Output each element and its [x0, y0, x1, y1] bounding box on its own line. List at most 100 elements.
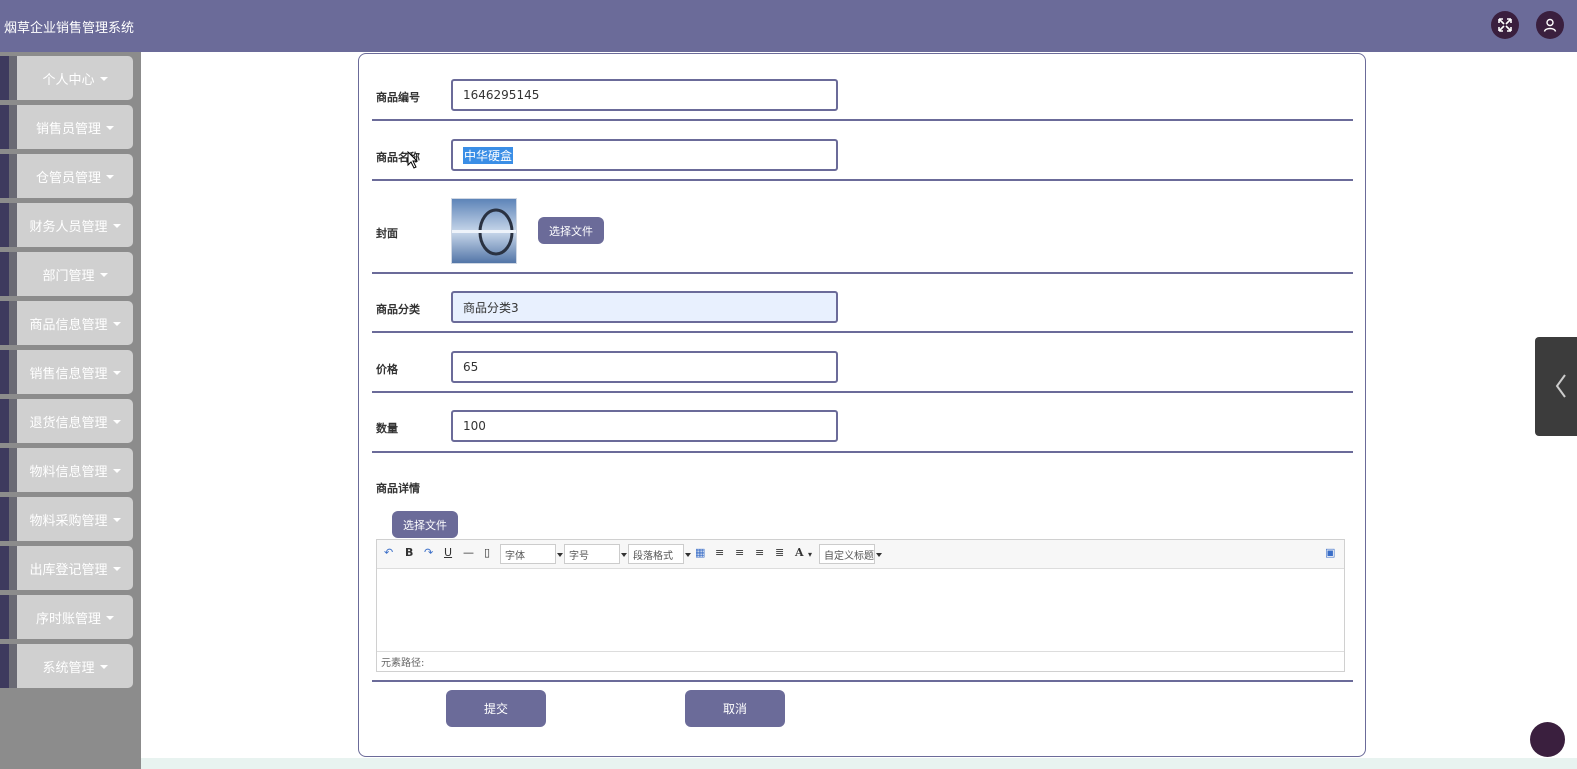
sidebar-item-label: 物料采购管理: [29, 513, 108, 529]
rich-text-editor: ↶ B ↷ U — ▯ 字体 字号 段落格式 ▦ ≡ ≡ ≡ ≣ A ▾ 自定义…: [376, 539, 1345, 672]
category-select[interactable]: 商品分类3: [451, 291, 838, 323]
sidebar-item-returns[interactable]: 退货信息管理: [0, 399, 133, 443]
sidebar-item-label: 个人中心: [42, 72, 95, 88]
divider: [372, 680, 1353, 682]
font-color-icon[interactable]: A: [795, 546, 804, 560]
divider: [372, 179, 1353, 181]
caret-down-icon: [112, 468, 121, 473]
align-justify-icon[interactable]: ≣: [775, 546, 784, 560]
top-header: 烟草企业销售管理系统: [0, 0, 1577, 52]
sidebar-item-label: 序时账管理: [35, 611, 101, 627]
bold-icon[interactable]: B: [405, 546, 413, 560]
caret-down-icon: [99, 76, 108, 81]
sidebar-item-label: 系统管理: [42, 660, 95, 676]
chevron-left-icon: [1555, 374, 1566, 398]
bottom-strip: [141, 758, 1577, 769]
chat-bubble-icon[interactable]: [1530, 722, 1565, 757]
submit-button[interactable]: 提交: [446, 690, 546, 727]
custom-title-value: 自定义标题: [824, 550, 874, 562]
align-left-icon[interactable]: ≡: [715, 546, 724, 560]
category-value: 商品分类3: [463, 300, 519, 315]
side-panel-tab[interactable]: [1535, 337, 1577, 436]
page-icon[interactable]: ▯: [484, 546, 490, 560]
align-right-icon[interactable]: ≡: [735, 546, 744, 560]
caret-down-icon: [106, 125, 114, 130]
sidebar-item-label: 出库登记管理: [29, 562, 108, 578]
sidebar-item-finance[interactable]: 财务人员管理: [0, 203, 133, 247]
table-icon[interactable]: ▦: [695, 546, 705, 560]
caret-down-icon: [106, 174, 114, 179]
horizontal-rule-icon[interactable]: —: [463, 546, 474, 560]
font-family-value: 字体: [505, 550, 525, 562]
sidebar-item-label: 销售信息管理: [29, 366, 108, 382]
divider: [372, 272, 1353, 274]
code-label: 商品编号: [376, 91, 420, 104]
app-title: 烟草企业销售管理系统: [4, 21, 135, 36]
cover-image: [451, 198, 517, 264]
align-center-icon[interactable]: ≡: [755, 546, 764, 560]
sidebar-item-label: 销售员管理: [35, 121, 101, 137]
fullscreen-editor-icon[interactable]: ▣: [1325, 546, 1335, 560]
sidebar: 个人中心 销售员管理 仓管员管理 财务人员管理 部门管理 商品信息管理 销售信息…: [0, 52, 141, 769]
sidebar-item-purchase[interactable]: 物料采购管理: [0, 497, 133, 541]
sidebar-item-personal[interactable]: 个人中心: [0, 56, 133, 100]
redo-icon[interactable]: ↷: [424, 546, 433, 560]
font-size-value: 字号: [569, 550, 589, 562]
divider: [372, 331, 1353, 333]
sidebar-item-materials[interactable]: 物料信息管理: [0, 448, 133, 492]
user-icon[interactable]: [1536, 11, 1564, 39]
sidebar-item-label: 仓管员管理: [35, 170, 101, 186]
sidebar-item-department[interactable]: 部门管理: [0, 252, 133, 296]
custom-title-select[interactable]: 自定义标题: [819, 544, 882, 564]
sidebar-item-system[interactable]: 系统管理: [0, 644, 133, 688]
cover-file-button[interactable]: 选择文件: [538, 217, 604, 244]
fullscreen-icon[interactable]: [1491, 11, 1519, 39]
price-input[interactable]: 65: [451, 351, 838, 383]
sidebar-item-label: 商品信息管理: [29, 317, 108, 333]
divider: [372, 119, 1353, 121]
goods-form: 商品编号 1646295145 商品名称 中华硬盒 封面 选择文件 商品分类 商…: [358, 53, 1366, 757]
caret-down-icon: [112, 517, 121, 522]
caret-down-icon: [112, 321, 121, 326]
underline-icon[interactable]: U: [444, 546, 452, 560]
quantity-value: 100: [463, 419, 486, 433]
sidebar-item-journal[interactable]: 序时账管理: [0, 595, 133, 639]
cover-label: 封面: [376, 227, 398, 240]
price-label: 价格: [376, 363, 398, 376]
editor-status-bar: 元素路径:: [377, 651, 1344, 671]
caret-down-icon: [112, 419, 121, 424]
detail-file-button[interactable]: 选择文件: [392, 511, 458, 538]
sidebar-item-goods[interactable]: 商品信息管理: [0, 301, 133, 345]
mouse-cursor-icon: [407, 151, 419, 169]
sidebar-item-outbound[interactable]: 出库登记管理: [0, 546, 133, 590]
undo-icon[interactable]: ↶: [384, 546, 393, 560]
caret-down-icon: [112, 223, 121, 228]
caret-down-icon: [106, 615, 114, 620]
caret-down-icon: [99, 272, 108, 277]
cancel-button[interactable]: 取消: [685, 690, 785, 727]
sidebar-item-label: 部门管理: [42, 268, 95, 284]
sidebar-item-warehouse[interactable]: 仓管员管理: [0, 154, 133, 198]
sidebar-item-label: 财务人员管理: [29, 219, 108, 235]
sidebar-item-sales[interactable]: 销售信息管理: [0, 350, 133, 394]
sidebar-item-salesperson[interactable]: 销售员管理: [0, 105, 133, 149]
name-value: 中华硬盒: [463, 146, 514, 164]
caret-down-icon: [112, 370, 121, 375]
quantity-input[interactable]: 100: [451, 410, 838, 442]
paragraph-format-value: 段落格式: [633, 550, 673, 562]
price-value: 65: [463, 360, 479, 374]
sidebar-item-label: 退货信息管理: [29, 415, 108, 431]
code-input[interactable]: 1646295145: [451, 79, 838, 111]
code-value: 1646295145: [463, 88, 540, 102]
caret-down-icon: [99, 664, 108, 669]
font-family-select[interactable]: 字体: [500, 544, 563, 564]
paragraph-format-select[interactable]: 段落格式: [628, 544, 691, 564]
name-input[interactable]: 中华硬盒: [451, 139, 838, 171]
editor-toolbar: ↶ B ↷ U — ▯ 字体 字号 段落格式 ▦ ≡ ≡ ≡ ≣ A ▾ 自定义…: [377, 540, 1344, 569]
category-label: 商品分类: [376, 303, 420, 316]
caret-down-icon: [112, 566, 121, 571]
divider: [372, 451, 1353, 453]
font-size-select[interactable]: 字号: [564, 544, 627, 564]
detail-label: 商品详情: [376, 482, 420, 495]
font-color-dropdown-icon[interactable]: ▾: [808, 548, 812, 562]
